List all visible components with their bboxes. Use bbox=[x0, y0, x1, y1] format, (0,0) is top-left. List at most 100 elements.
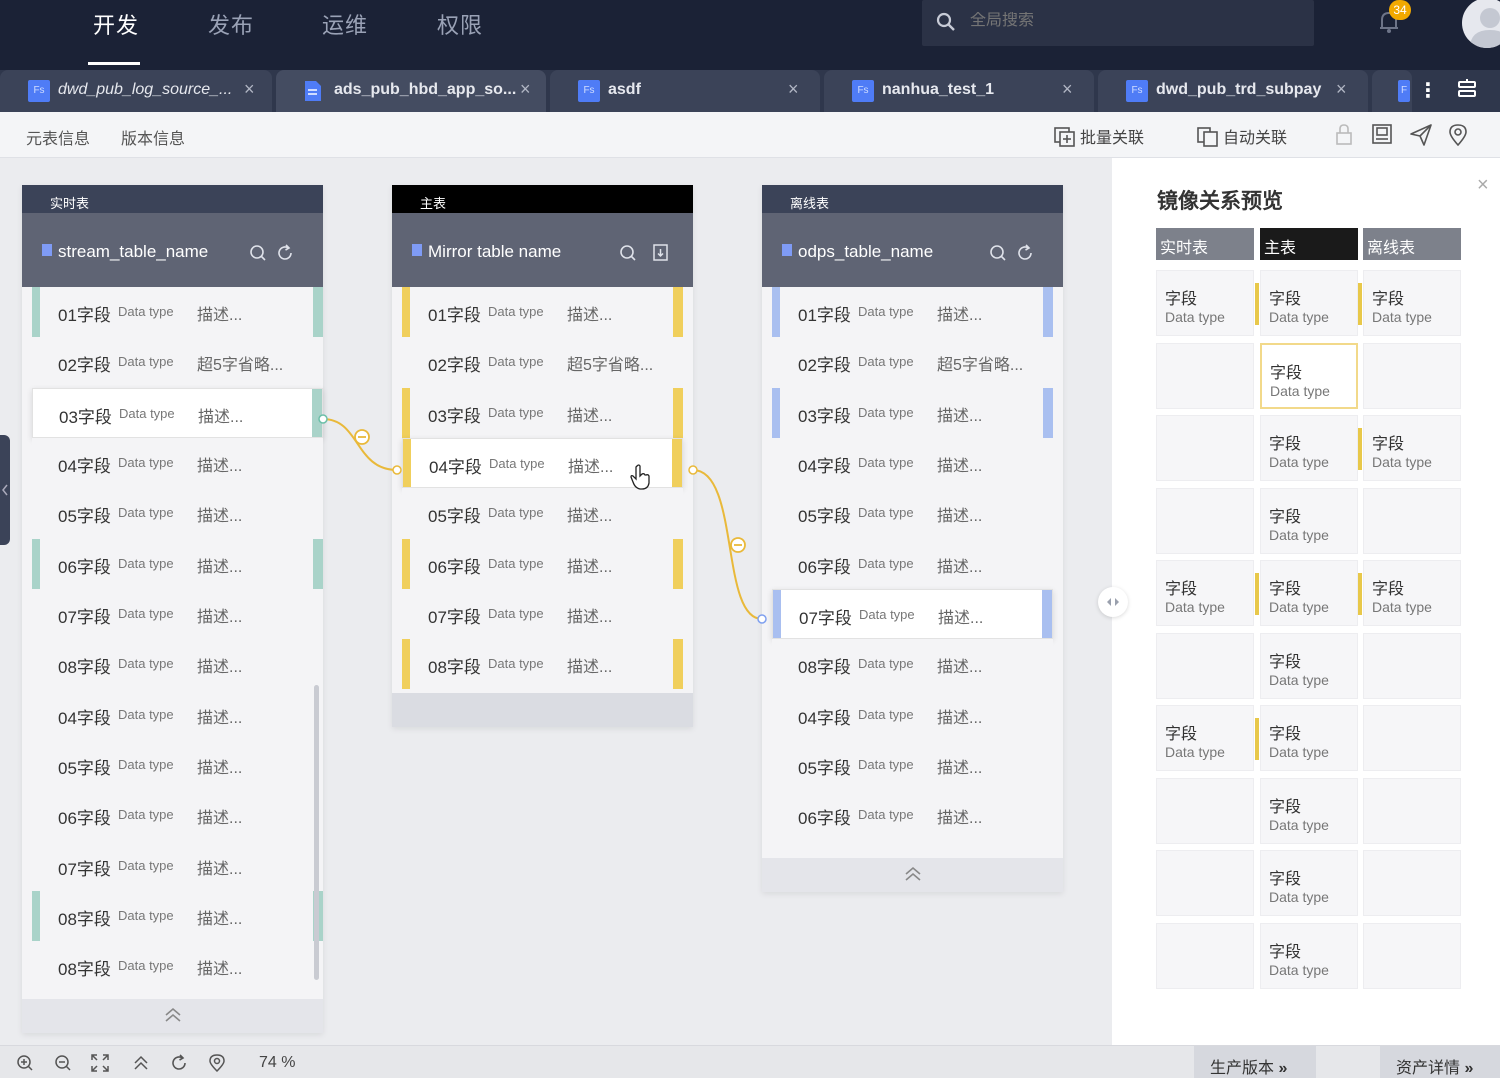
field-row[interactable]: 05字段 Data type 描述... bbox=[402, 488, 683, 538]
search-icon[interactable] bbox=[619, 244, 637, 267]
search-icon[interactable] bbox=[249, 244, 267, 267]
fit-screen-icon[interactable] bbox=[91, 1054, 109, 1077]
more-icon[interactable]: ⋮ bbox=[1418, 78, 1438, 103]
chevron-up-icon[interactable] bbox=[903, 864, 923, 889]
location-icon[interactable] bbox=[1448, 124, 1468, 151]
scrollbar[interactable] bbox=[314, 685, 319, 980]
chevron-up-icon[interactable] bbox=[163, 1005, 183, 1030]
auto-link-button[interactable]: 自动关联 bbox=[1197, 124, 1287, 148]
send-icon[interactable] bbox=[1410, 124, 1432, 151]
preview-cell[interactable]: 字段 Data type bbox=[1156, 705, 1254, 771]
refresh-icon[interactable] bbox=[170, 1054, 188, 1077]
left-drawer-handle[interactable] bbox=[0, 435, 10, 545]
production-version-button[interactable]: 生产版本 » bbox=[1194, 1046, 1316, 1078]
field-row[interactable]: 06字段 Data type 描述... bbox=[32, 790, 323, 840]
field-row[interactable]: 03字段 Data type 描述... bbox=[32, 388, 323, 438]
preview-cell[interactable]: 字段 Data type bbox=[1358, 560, 1461, 626]
close-icon[interactable]: × bbox=[244, 79, 255, 100]
field-row[interactable]: 02字段 Data type 超5字省略... bbox=[32, 337, 323, 387]
field-row[interactable]: 04字段 Data type 描述... bbox=[772, 438, 1053, 488]
refresh-icon[interactable] bbox=[276, 244, 294, 267]
nav-develop[interactable]: 开发 bbox=[93, 8, 139, 42]
field-row[interactable]: 04字段 Data type 描述... bbox=[32, 438, 323, 488]
field-row[interactable]: 01字段 Data type 描述... bbox=[772, 287, 1053, 337]
lock-icon[interactable] bbox=[1334, 124, 1354, 151]
locate-icon[interactable] bbox=[208, 1054, 226, 1077]
nav-permissions[interactable]: 权限 bbox=[437, 8, 483, 42]
close-icon[interactable]: × bbox=[1477, 174, 1489, 197]
preview-cell[interactable]: 字段 Data type bbox=[1255, 560, 1358, 626]
field-row[interactable]: 02字段 Data type 超5字省略... bbox=[772, 337, 1053, 387]
nav-operations[interactable]: 运维 bbox=[322, 8, 368, 42]
field-row[interactable]: 06字段 Data type 描述... bbox=[32, 539, 323, 589]
field-row[interactable]: 08字段 Data type 描述... bbox=[402, 639, 683, 689]
preview-cell[interactable]: 字段 Data type bbox=[1156, 270, 1254, 336]
field-row[interactable]: 01字段 Data type 描述... bbox=[32, 287, 323, 337]
field-row[interactable]: 07字段 Data type 描述... bbox=[32, 841, 323, 891]
field-row[interactable]: 06字段 Data type 描述... bbox=[772, 539, 1053, 589]
preview-cell[interactable]: 字段 Data type bbox=[1260, 922, 1358, 989]
preview-header-offline: 离线表 bbox=[1363, 228, 1461, 260]
meta-table-info-link[interactable]: 元表信息 bbox=[26, 125, 90, 149]
field-row[interactable]: 03字段 Data type 描述... bbox=[402, 388, 683, 438]
collapse-bar[interactable] bbox=[22, 999, 323, 1033]
preview-cell[interactable]: 字段 Data type bbox=[1156, 560, 1254, 626]
nav-publish[interactable]: 发布 bbox=[208, 8, 254, 42]
zoom-in-icon[interactable] bbox=[16, 1054, 34, 1077]
preview-cell[interactable]: 字段 Data type bbox=[1260, 342, 1358, 409]
field-row[interactable]: 08字段 Data type 描述... bbox=[32, 639, 323, 689]
preview-cell[interactable]: 字段 Data type bbox=[1260, 850, 1358, 916]
preview-cell[interactable]: 字段 Data type bbox=[1358, 415, 1461, 481]
field-row[interactable]: 05字段 Data type 描述... bbox=[772, 488, 1053, 538]
field-row[interactable]: 05字段 Data type 描述... bbox=[32, 488, 323, 538]
search-icon[interactable] bbox=[989, 244, 1007, 267]
tab-nanhua-test[interactable]: Fs nanhua_test_1 × bbox=[824, 70, 1094, 112]
close-icon[interactable]: × bbox=[1336, 79, 1347, 100]
preview-cell[interactable]: 字段 Data type bbox=[1255, 705, 1358, 771]
preview-cell[interactable]: 字段 Data type bbox=[1260, 777, 1358, 844]
global-search[interactable] bbox=[922, 0, 1314, 46]
zoom-out-icon[interactable] bbox=[54, 1054, 72, 1077]
asset-detail-button[interactable]: 资产详情 » bbox=[1380, 1046, 1500, 1078]
preview-cell[interactable]: 字段 Data type bbox=[1260, 487, 1358, 554]
field-row[interactable]: 04字段 Data type 描述... bbox=[772, 690, 1053, 740]
collapse-bar[interactable] bbox=[762, 858, 1063, 892]
avatar[interactable] bbox=[1462, 0, 1500, 48]
field-row[interactable]: 05字段 Data type 描述... bbox=[32, 740, 323, 790]
tab-dwd-pub-trd-subpay[interactable]: Fs dwd_pub_trd_subpay × bbox=[1098, 70, 1368, 112]
search-input[interactable] bbox=[970, 12, 1270, 30]
field-row[interactable]: 04字段 Data type 描述... bbox=[32, 690, 323, 740]
field-row[interactable]: 08字段 Data type 描述... bbox=[32, 891, 323, 941]
preview-cell[interactable]: 字段 Data type bbox=[1358, 270, 1461, 336]
close-icon[interactable]: × bbox=[520, 79, 531, 100]
preview-cell[interactable]: 字段 Data type bbox=[1260, 632, 1358, 699]
tab-dwd-pub-log-source[interactable]: Fs dwd_pub_log_source_... × bbox=[0, 70, 272, 112]
field-row[interactable]: 01字段 Data type 描述... bbox=[402, 287, 683, 337]
tab-asdf[interactable]: Fs asdf × bbox=[550, 70, 820, 112]
field-row[interactable]: 07字段 Data type 描述... bbox=[772, 589, 1053, 639]
field-row[interactable]: 02字段 Data type 超5字省略... bbox=[402, 337, 683, 387]
panel-toggle-button[interactable] bbox=[1098, 587, 1128, 617]
field-row[interactable]: 08字段 Data type 描述... bbox=[772, 639, 1053, 689]
preview-cell[interactable]: 字段 Data type bbox=[1255, 270, 1358, 336]
tab-ads-pub-hbd-app[interactable]: ads_pub_hbd_app_so... × bbox=[276, 70, 546, 112]
collapse-all-icon[interactable] bbox=[132, 1054, 150, 1077]
field-row[interactable]: 03字段 Data type 描述... bbox=[772, 388, 1053, 438]
dock-icon[interactable] bbox=[1456, 78, 1478, 105]
refresh-icon[interactable] bbox=[1016, 244, 1034, 267]
field-row[interactable]: 07字段 Data type 描述... bbox=[402, 589, 683, 639]
close-icon[interactable]: × bbox=[788, 79, 799, 100]
field-row[interactable]: 05字段 Data type 描述... bbox=[772, 740, 1053, 790]
close-icon[interactable]: × bbox=[1062, 79, 1073, 100]
field-row[interactable]: 06字段 Data type 描述... bbox=[402, 539, 683, 589]
save-icon[interactable] bbox=[1372, 124, 1392, 151]
field-row[interactable]: 07字段 Data type 描述... bbox=[32, 589, 323, 639]
field-row[interactable]: 06字段 Data type 描述... bbox=[772, 790, 1053, 840]
batch-link-button[interactable]: 批量关联 bbox=[1054, 124, 1144, 148]
preview-cell[interactable]: 字段 Data type bbox=[1260, 415, 1358, 481]
field-row[interactable]: 08字段 Data type 描述... bbox=[32, 941, 323, 991]
export-icon[interactable] bbox=[653, 244, 669, 267]
tab-partial[interactable]: F bbox=[1372, 70, 1412, 112]
panel-tag: 离线表 bbox=[762, 185, 1063, 213]
version-info-link[interactable]: 版本信息 bbox=[121, 125, 185, 149]
